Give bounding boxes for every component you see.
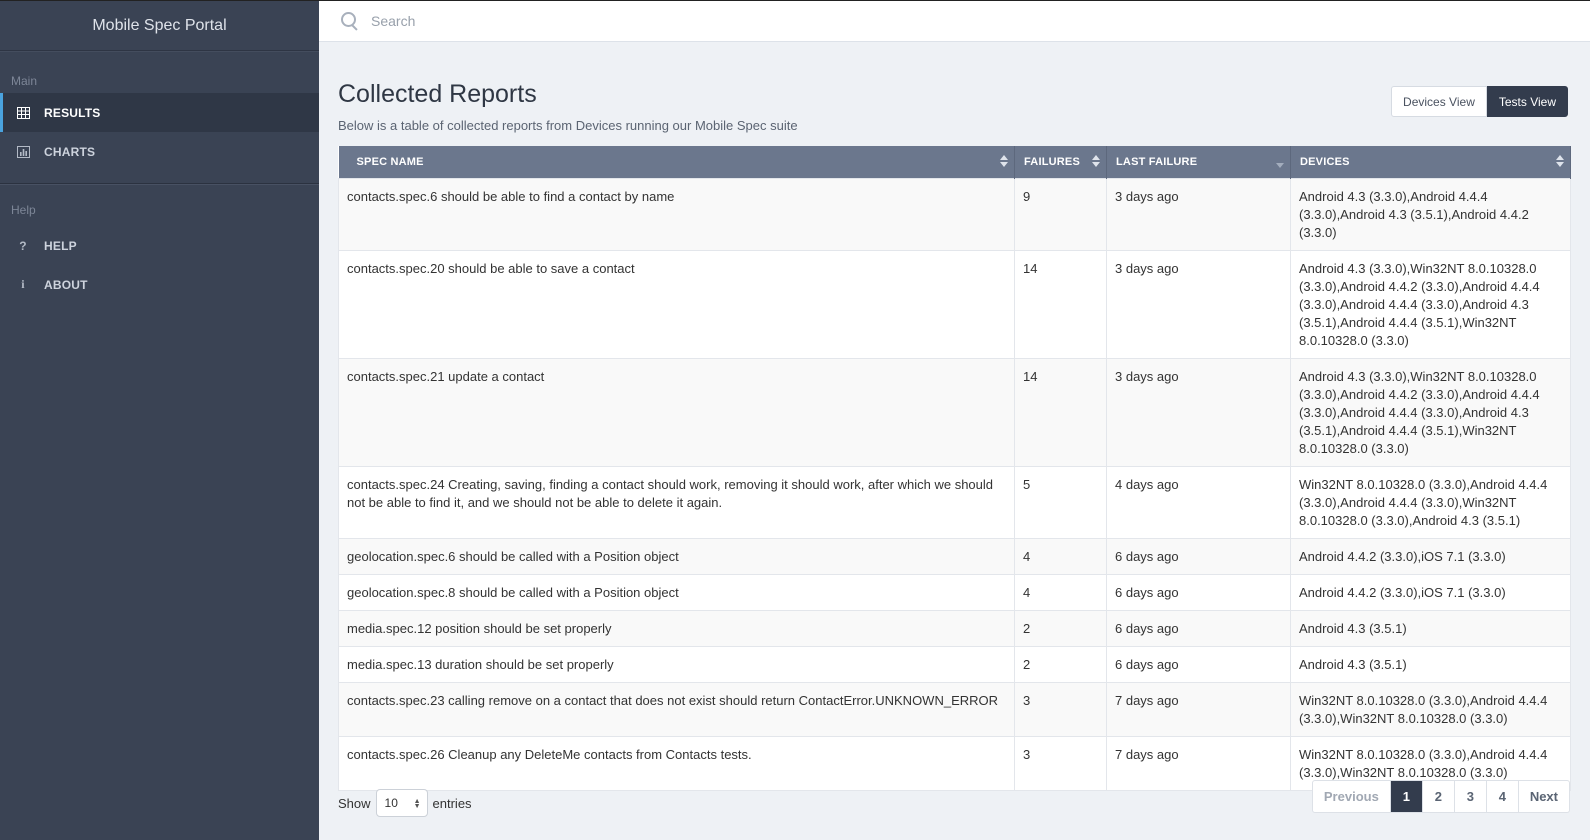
table-row: contacts.spec.6 should be able to find a…: [338, 177, 1571, 251]
sort-icon: [1000, 155, 1008, 169]
devices-view-button[interactable]: Devices View: [1391, 86, 1487, 117]
cell-last-failure: 3 days ago: [1106, 249, 1291, 359]
nav-section-main: Main: [11, 74, 38, 88]
sidebar-item-label: CHARTS: [44, 144, 96, 159]
table-icon: [16, 106, 30, 120]
search-icon: [341, 12, 359, 30]
sidebar-item-label: RESULTS: [44, 105, 101, 120]
cell-last-failure: 6 days ago: [1106, 537, 1291, 575]
cell-devices: Win32NT 8.0.10328.0 (3.3.0),Android 4.4.…: [1290, 465, 1571, 539]
cell-spec-name: contacts.spec.21 update a contact: [338, 357, 1015, 467]
cell-last-failure: 7 days ago: [1106, 735, 1291, 791]
column-header-last-failure[interactable]: LAST FAILURE: [1106, 146, 1291, 178]
cell-failures: 9: [1014, 177, 1107, 251]
table-row: contacts.spec.24 Creating, saving, findi…: [338, 465, 1571, 539]
cell-failures: 14: [1014, 249, 1107, 359]
cell-spec-name: media.spec.12 position should be set pro…: [338, 609, 1015, 647]
page-subtitle: Below is a table of collected reports fr…: [338, 118, 798, 133]
cell-last-failure: 3 days ago: [1106, 357, 1291, 467]
table-row: contacts.spec.21 update a contact 14 3 d…: [338, 357, 1571, 467]
previous-page-button[interactable]: Previous: [1313, 781, 1390, 812]
sidebar-item-help[interactable]: ? HELP: [0, 226, 319, 265]
sidebar-item-about[interactable]: i ABOUT: [0, 265, 319, 304]
cell-devices: Android 4.3 (3.5.1): [1290, 609, 1571, 647]
sidebar-item-label: HELP: [44, 238, 77, 253]
info-icon: i: [21, 277, 25, 291]
page-length-control: Show 10 ▲ ▼ entries: [338, 789, 472, 817]
cell-last-failure: 6 days ago: [1106, 573, 1291, 611]
cell-spec-name: contacts.spec.26 Cleanup any DeleteMe co…: [338, 735, 1015, 791]
view-toggle: Devices View Tests View: [1391, 86, 1568, 117]
cell-devices: Android 4.3 (3.3.0),Android 4.4.4 (3.3.0…: [1290, 177, 1571, 251]
search-input[interactable]: [371, 13, 971, 29]
app-title: Mobile Spec Portal: [0, 1, 319, 51]
page-button-3[interactable]: 3: [1453, 781, 1486, 812]
cell-failures: 3: [1014, 735, 1107, 791]
cell-failures: 14: [1014, 357, 1107, 467]
table-row: contacts.spec.20 should be able to save …: [338, 249, 1571, 359]
entries-label: entries: [432, 795, 472, 811]
table-row: geolocation.spec.6 should be called with…: [338, 537, 1571, 575]
cell-last-failure: 4 days ago: [1106, 465, 1291, 539]
cell-devices: Android 4.4.2 (3.3.0),iOS 7.1 (3.3.0): [1290, 537, 1571, 575]
page-title: Collected Reports: [338, 80, 537, 108]
page-length-select[interactable]: 10 ▲ ▼: [375, 789, 428, 817]
sidebar-item-charts[interactable]: CHARTS: [0, 132, 319, 171]
column-header-devices[interactable]: DEVICES: [1290, 146, 1571, 178]
page-length-value: 10: [384, 796, 398, 810]
table-row: geolocation.spec.8 should be called with…: [338, 573, 1571, 611]
nav-section-help: Help: [11, 203, 36, 217]
cell-spec-name: media.spec.13 duration should be set pro…: [338, 645, 1015, 683]
reports-table: SPEC NAME FAILURES LAST FAILURE DEVICES …: [338, 146, 1571, 791]
question-icon: ?: [19, 238, 27, 253]
cell-devices: Win32NT 8.0.10328.0 (3.3.0),Android 4.4.…: [1290, 681, 1571, 737]
cell-last-failure: 6 days ago: [1106, 609, 1291, 647]
page-button-2[interactable]: 2: [1421, 781, 1454, 812]
table-row: media.spec.12 position should be set pro…: [338, 609, 1571, 647]
cell-failures: 3: [1014, 681, 1107, 737]
search-bar: [319, 0, 1590, 42]
cell-last-failure: 3 days ago: [1106, 177, 1291, 251]
sort-icon: [1556, 155, 1564, 169]
cell-last-failure: 6 days ago: [1106, 645, 1291, 683]
cell-devices: Android 4.4.2 (3.3.0),iOS 7.1 (3.3.0): [1290, 573, 1571, 611]
sidebar-item-label: ABOUT: [44, 277, 88, 292]
cell-devices: Android 4.3 (3.3.0),Win32NT 8.0.10328.0 …: [1290, 249, 1571, 359]
cell-spec-name: geolocation.spec.8 should be called with…: [338, 573, 1015, 611]
cell-spec-name: contacts.spec.24 Creating, saving, findi…: [338, 465, 1015, 539]
table-row: media.spec.13 duration should be set pro…: [338, 645, 1571, 683]
cell-failures: 4: [1014, 537, 1107, 575]
sort-desc-icon: [1276, 155, 1284, 169]
column-header-failures[interactable]: FAILURES: [1014, 146, 1107, 178]
column-header-spec-name[interactable]: SPEC NAME: [338, 146, 1015, 178]
table-row: contacts.spec.23 calling remove on a con…: [338, 681, 1571, 737]
sidebar-divider: [0, 183, 319, 184]
sidebar: Mobile Spec Portal Main RESULTS CHARTS H…: [0, 0, 319, 840]
next-page-button[interactable]: Next: [1517, 781, 1569, 812]
sort-icon: [1092, 155, 1100, 169]
cell-devices: Android 4.3 (3.3.0),Win32NT 8.0.10328.0 …: [1290, 357, 1571, 467]
cell-spec-name: geolocation.spec.6 should be called with…: [338, 537, 1015, 575]
cell-failures: 2: [1014, 645, 1107, 683]
cell-spec-name: contacts.spec.23 calling remove on a con…: [338, 681, 1015, 737]
cell-failures: 4: [1014, 573, 1107, 611]
sidebar-item-results[interactable]: RESULTS: [0, 93, 319, 132]
page-button-1[interactable]: 1: [1389, 781, 1422, 812]
cell-failures: 5: [1014, 465, 1107, 539]
cell-spec-name: contacts.spec.20 should be able to save …: [338, 249, 1015, 359]
page-button-4[interactable]: 4: [1485, 781, 1518, 812]
pagination: Previous 1 2 3 4 Next: [1311, 780, 1570, 813]
select-arrows-icon: ▲ ▼: [413, 798, 421, 810]
table-header-row: SPEC NAME FAILURES LAST FAILURE DEVICES: [338, 146, 1571, 178]
show-label: Show: [338, 795, 371, 811]
tests-view-button[interactable]: Tests View: [1486, 86, 1568, 117]
cell-failures: 2: [1014, 609, 1107, 647]
cell-spec-name: contacts.spec.6 should be able to find a…: [338, 177, 1015, 251]
cell-last-failure: 7 days ago: [1106, 681, 1291, 737]
bar-chart-icon: [16, 145, 30, 159]
cell-devices: Android 4.3 (3.5.1): [1290, 645, 1571, 683]
